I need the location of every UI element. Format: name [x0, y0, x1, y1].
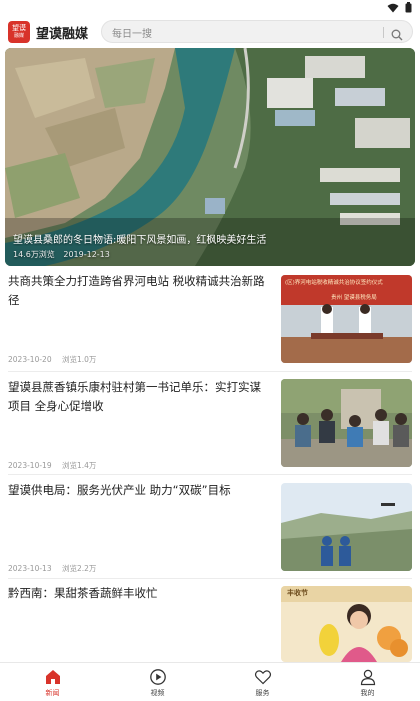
- news-title: 望谟供电局：服务光伏产业 助力“双碳”目标: [8, 483, 231, 497]
- search-icon[interactable]: [391, 26, 403, 41]
- list-item[interactable]: 黔西南：果甜茶香蔬鲜丰收忙 丰收节: [0, 584, 420, 662]
- search-divider: [383, 27, 384, 38]
- logo-text-top: 望谟: [12, 24, 26, 32]
- user-icon: [359, 668, 377, 686]
- nav-item-news[interactable]: 新闻: [0, 663, 105, 701]
- status-icons: [387, 2, 412, 13]
- divider: [8, 474, 412, 475]
- divider: [8, 371, 412, 372]
- thumb-banner-text: (区)界河电站税收精诚共治协议签约仪式: [285, 280, 383, 286]
- list-item[interactable]: 共商共策全力打造跨省界河电站 税收精诚共治新路径 2023-10-20 浏览1.…: [0, 272, 420, 376]
- news-meta: 2023-10-19 浏览1.4万: [8, 460, 104, 471]
- news-views: 浏览1.4万: [61, 461, 97, 470]
- news-date: 2023-10-19: [8, 461, 52, 470]
- nav-item-service[interactable]: 服务: [210, 663, 315, 701]
- news-title: 望谟县蔗香镇乐康村驻村第一书记单乐：实打实谋项目 全身心促增收: [8, 380, 261, 413]
- logo-text-bottom: 融媒: [13, 33, 24, 39]
- news-thumbnail: 丰收节: [281, 586, 412, 662]
- nav-label: 新闻: [45, 689, 60, 697]
- hero-caption: 望谟县桑郎的冬日物语:暖阳下风景如画，红枫映美好生活: [13, 235, 267, 246]
- status-bar: [0, 0, 420, 16]
- nav-label: 视频: [150, 689, 165, 697]
- app-header: 望谟 融媒 望谟融媒 每日一搜: [0, 16, 420, 48]
- news-title: 黔西南：果甜茶香蔬鲜丰收忙: [8, 586, 158, 600]
- thumb-banner-text: 丰收节: [287, 589, 308, 597]
- hero-date: 2019-12-13: [63, 250, 110, 259]
- news-thumbnail: [281, 379, 412, 467]
- nav-label: 我的: [360, 689, 375, 697]
- app-title: 望谟融媒: [36, 27, 89, 42]
- nav-item-me[interactable]: 我的: [315, 663, 420, 701]
- battery-icon: [405, 2, 412, 13]
- search-input[interactable]: 每日一搜: [101, 20, 413, 43]
- list-item[interactable]: 望谟供电局：服务光伏产业 助力“双碳”目标 2023-10-13 浏览2.2万: [0, 481, 420, 585]
- news-date: 2023-10-13: [8, 564, 52, 573]
- app-logo: 望谟 融媒: [8, 21, 30, 43]
- news-title: 共商共策全力打造跨省界河电站 税收精诚共治新路径: [8, 274, 265, 307]
- nav-label: 服务: [255, 689, 270, 697]
- nav-item-video[interactable]: 视频: [105, 663, 210, 701]
- divider: [8, 578, 412, 579]
- hero-meta: 14.6万浏览 2019-12-13: [13, 249, 116, 260]
- play-icon: [149, 668, 167, 686]
- news-thumbnail: (区)界河电站税收精诚共治协议签约仪式 贵州 望谟县税务局: [281, 275, 412, 363]
- list-item[interactable]: 望谟县蔗香镇乐康村驻村第一书记单乐：实打实谋项目 全身心促增收 2023-10-…: [0, 376, 420, 480]
- hero-banner[interactable]: 望谟县桑郎的冬日物语:暖阳下风景如画，红枫映美好生活 14.6万浏览 2019-…: [5, 48, 415, 266]
- wifi-icon: [387, 3, 399, 13]
- news-views: 浏览2.2万: [61, 564, 97, 573]
- news-meta: 2023-10-13 浏览2.2万: [8, 563, 104, 574]
- news-meta: 2023-10-20 浏览1.0万: [8, 354, 104, 365]
- thumb-banner-subtext: 贵州 望谟县税务局: [331, 295, 377, 301]
- search-placeholder: 每日一搜: [112, 29, 152, 40]
- heart-icon: [254, 668, 272, 686]
- news-views: 浏览1.0万: [61, 355, 97, 364]
- home-icon: [44, 668, 62, 686]
- hero-views: 14.6万浏览: [13, 250, 55, 259]
- bottom-navigation: 新闻 视频 服务 我的: [0, 662, 420, 701]
- news-thumbnail: [281, 483, 412, 571]
- news-date: 2023-10-20: [8, 355, 52, 364]
